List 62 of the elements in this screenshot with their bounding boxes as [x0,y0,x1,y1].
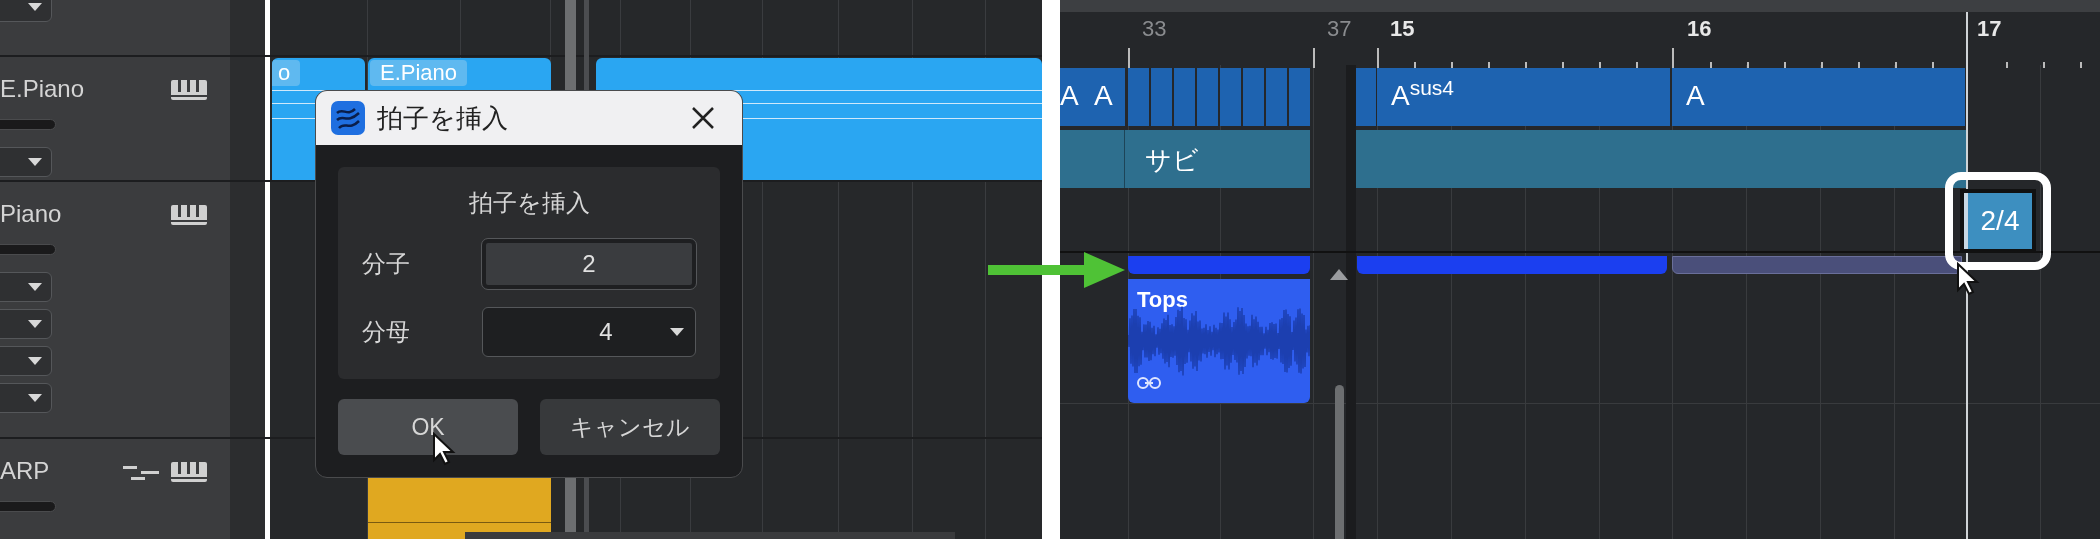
caret-icon [27,2,43,12]
caret-icon [27,319,43,329]
caret-icon [27,282,43,292]
ruler-number: 16 [1687,18,1712,40]
chord-cell[interactable] [1174,68,1195,126]
track-name: Piano [0,202,62,226]
keyboard-icon [170,204,208,226]
dialog-button[interactable]: OK [338,399,518,455]
ruler-number: 15 [1390,18,1415,40]
dropdown-button[interactable] [0,147,52,177]
arpeggiator-icon [123,465,159,481]
link-icon [1137,377,1161,389]
dropdown-button[interactable] [0,309,52,339]
ruler-number: 17 [1977,18,2002,40]
keyboard-icon [170,461,208,483]
pointer-icon [1956,262,1980,296]
chord-cell[interactable] [1243,68,1264,126]
dropdown-button[interactable] [0,346,52,376]
slider-track[interactable] [0,244,56,255]
field-label: 分子 [362,249,411,279]
caret-icon [27,157,43,167]
dropdown-button[interactable] [0,383,52,413]
close-icon [690,105,716,131]
chord-label: A [1060,68,1080,126]
slider-track[interactable] [0,119,56,130]
slider-track[interactable] [0,501,56,512]
ruler-number: 37 [1327,18,1352,40]
track-name: E.Piano [0,77,85,101]
section-label: サビ [1145,147,1199,173]
dialog-heading: 拍子を挿入 [467,188,591,218]
caret-icon [27,356,43,366]
scroll-bar[interactable] [465,532,955,539]
arrow-icon [988,252,1126,288]
chord-cell[interactable] [1220,68,1241,126]
caret-icon [27,393,43,403]
keyboard-icon [170,79,208,101]
field-label: 分母 [362,317,411,347]
clip-label: o [272,60,301,86]
ruler-number: 33 [1142,18,1167,40]
chord-cell[interactable] [1197,68,1218,126]
chord-cell[interactable] [1356,68,1376,126]
numerator-field[interactable]: 2 [482,239,696,289]
chord-label: A$^{sus4}$ [1377,68,1670,126]
audio-clip[interactable]: Tops [1128,279,1310,403]
scroll-up-icon[interactable] [1330,268,1348,280]
caret-icon [669,327,685,337]
chord-cell[interactable] [1128,68,1149,126]
arranger-section[interactable] [1060,130,1310,188]
chord-cell[interactable] [1289,68,1310,126]
chord-label: A [1672,68,1965,126]
dialog-title: 拍子を挿入 [377,101,509,135]
chord-cell[interactable] [1151,68,1172,126]
dialog-button[interactable]: キャンセル [540,399,720,455]
clip-label: E.Piano [370,60,468,86]
app-logo-icon [331,101,365,135]
dropdown-button[interactable] [0,272,52,302]
denominator-dropdown[interactable]: 4 [482,307,696,357]
scrollbar-thumb[interactable] [1335,385,1344,539]
chord-label: A [1080,68,1125,126]
chord-cell[interactable] [1266,68,1287,126]
clip-name: Tops [1137,289,1188,311]
track-name: ARP [0,459,50,483]
